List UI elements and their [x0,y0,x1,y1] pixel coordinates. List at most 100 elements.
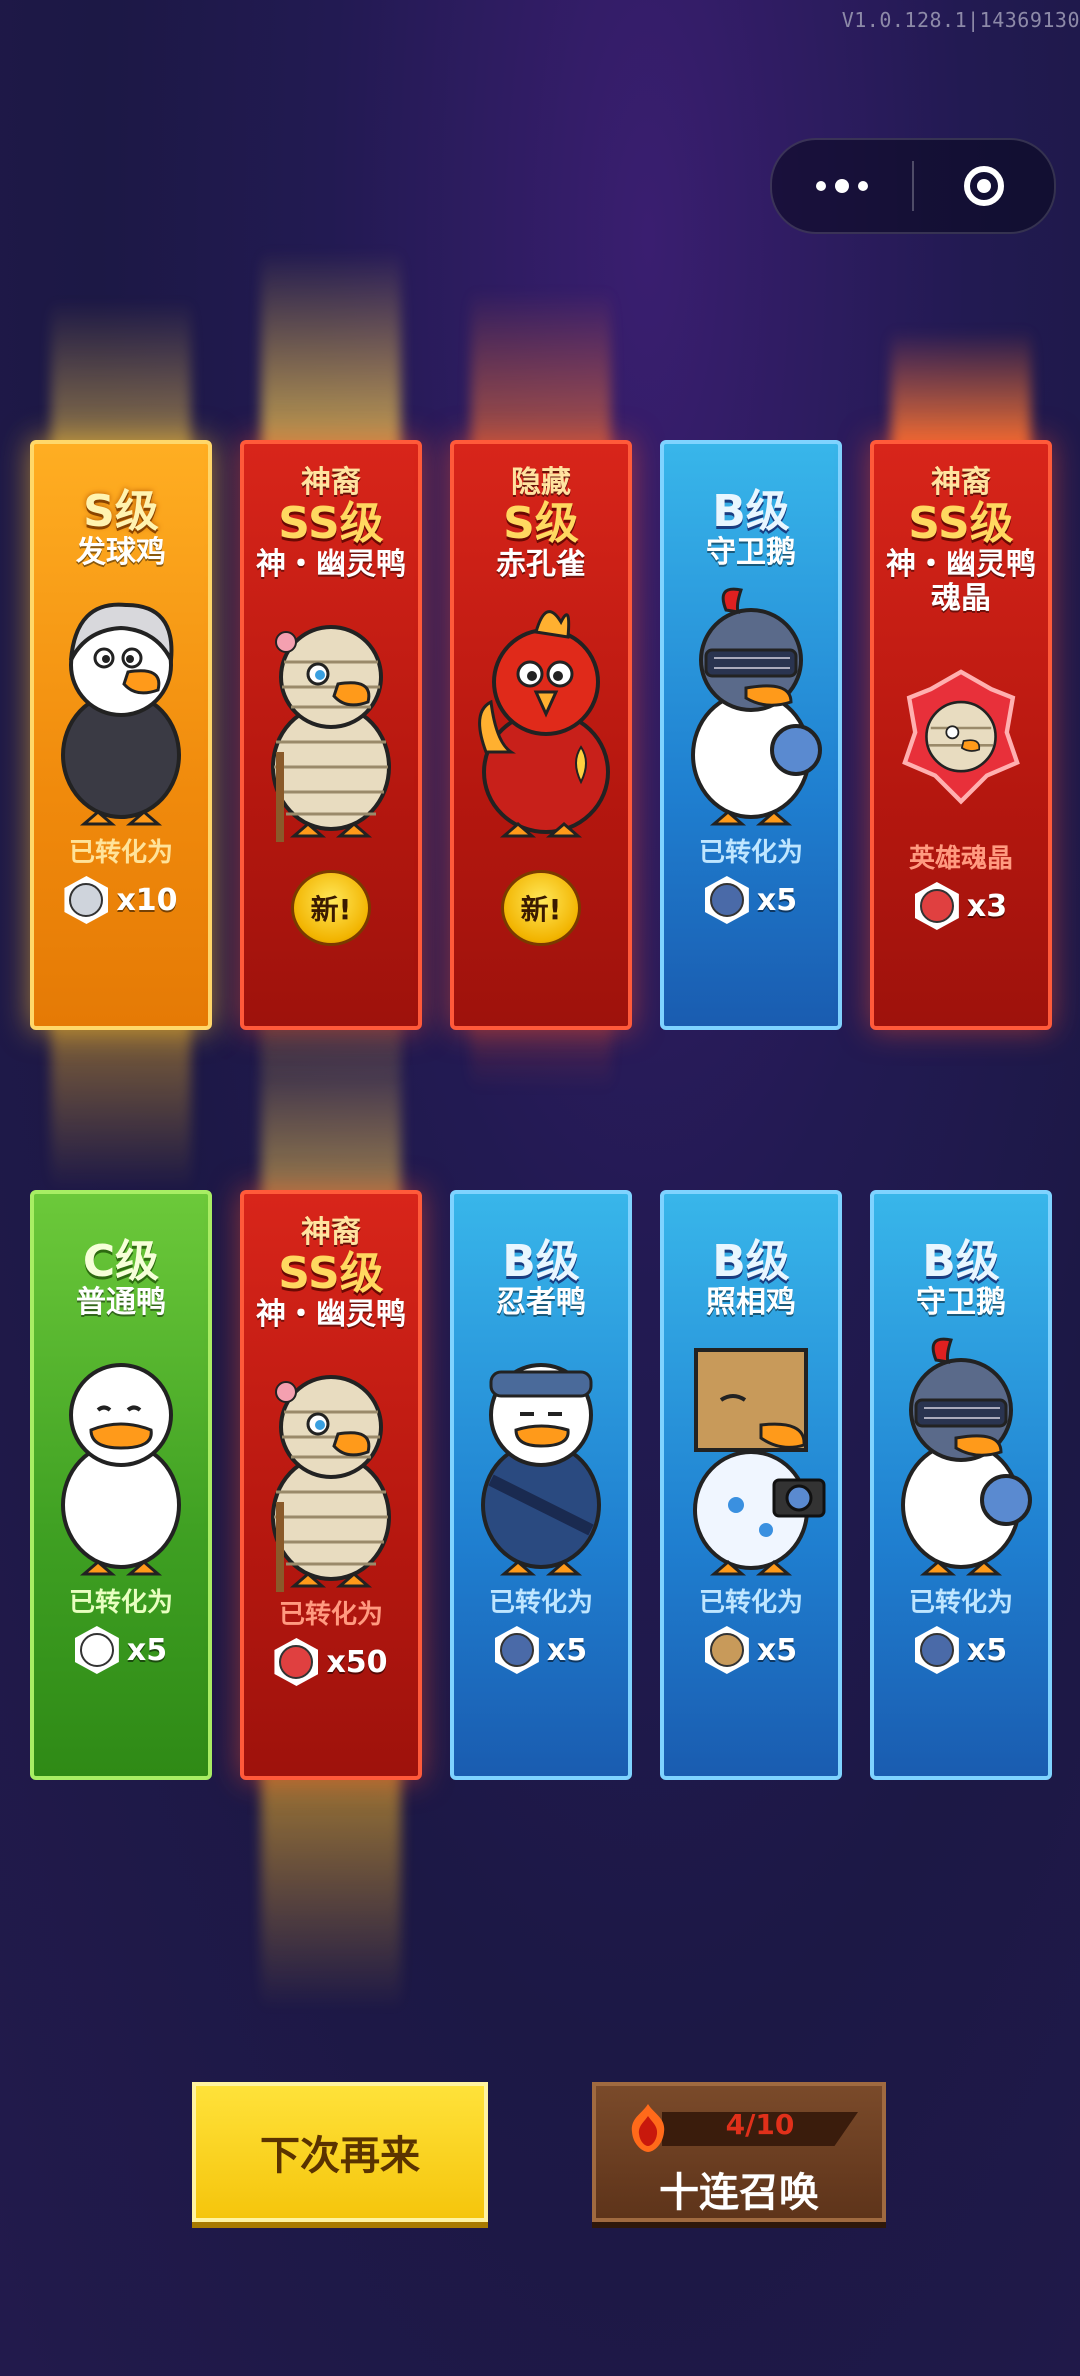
convert-label: 已转化为 [68,838,173,868]
convert-quantity: x5 [126,1632,168,1668]
hero-shard-icon [914,882,959,930]
card-top-spacer [874,1216,1048,1238]
card-name: 神・幽灵鸭 [244,548,418,582]
mummy-duck-portrait [246,1342,416,1592]
hero-shard-icon [74,1626,119,1674]
hero-shard-icon [914,1626,959,1674]
card-name: 发球鸡 [34,536,208,570]
card-top-spacer [664,444,838,466]
hero-card[interactable]: 隐藏 S级 赤孔雀新! [450,440,632,1030]
card-name-line: 神・幽灵鸭 [256,1297,406,1332]
card-top-spacer [34,1194,208,1216]
card-top-spacer [664,1194,838,1216]
convert-quantity: x5 [966,1632,1008,1668]
hero-shard-icon [494,1626,539,1674]
hero-card[interactable]: 神裔 SS级 神・幽灵鸭 魂晶英雄魂晶 x3 [870,440,1052,1030]
hero-card[interactable]: 神裔 SS级 神・幽灵鸭已转化为 x50 [240,1190,422,1780]
card-grade: C级 [82,1236,160,1287]
hero-card[interactable]: B级 忍者鸭已转化为 x5 [450,1190,632,1780]
camera-chicken-portrait [666,1330,836,1580]
card-top-spacer [34,1216,208,1238]
card-name: 守卫鹅 [664,536,838,570]
card-name: 赤孔雀 [454,548,628,582]
card-grade: B级 [502,1236,580,1287]
hero-card[interactable]: 神裔 SS级 神・幽灵鸭新! [240,440,422,1030]
convert-quantity: x5 [546,1632,588,1668]
card-name: 普通鸭 [34,1286,208,1320]
card-name-line: 神・幽灵鸭 [886,547,1036,582]
next-time-button[interactable]: 下次再来 [192,2082,488,2222]
convert-label: 已转化为 [908,1588,1013,1618]
card-grade: B级 [712,486,790,537]
new-badge: 新! [291,870,371,946]
convert-quantity: x5 [756,882,798,918]
hero-shard-icon [704,1626,749,1674]
red-peacock-portrait [456,592,626,842]
card-grade: SS级 [278,1248,384,1299]
card-name-line: 守卫鹅 [916,1285,1006,1320]
convert-label: 已转化为 [488,1588,593,1618]
card-name-line: 发球鸡 [76,535,166,570]
hero-card[interactable]: S级 发球鸡已转化为 x10 [30,440,212,1030]
card-tag: 隐藏 [511,465,571,500]
card-grade: SS级 [908,498,1014,549]
convert-quantity: x10 [116,882,178,918]
card-tag: 神裔 [301,465,361,500]
convert-label: 英雄魂晶 [908,844,1013,874]
hero-card[interactable]: B级 守卫鹅已转化为 x5 [660,440,842,1030]
card-name: 忍者鸭 [454,1286,628,1320]
convert-quantity: x3 [966,888,1008,924]
card-top-spacer [664,466,838,488]
card-top-spacer [34,444,208,466]
mummy-duck-portrait [246,592,416,842]
hero-card[interactable]: B级 照相鸡已转化为 x5 [660,1190,842,1780]
card-top-spacer [34,466,208,488]
card-name-line: 魂晶 [931,581,991,616]
knight-goose-portrait [876,1330,1046,1580]
card-name: 照相鸡 [664,1286,838,1320]
card-name-line: 普通鸭 [76,1285,166,1320]
card-grade: SS级 [278,498,384,549]
card-top-spacer [874,1194,1048,1216]
more-dots-icon[interactable] [772,140,912,232]
new-badge: 新! [501,870,581,946]
soul-crystal-portrait [876,620,1046,836]
hero-card[interactable]: B级 守卫鹅已转化为 x5 [870,1190,1052,1780]
white-haired-chicken-portrait [36,580,206,830]
card-tag: 神裔 [931,465,991,500]
ninja-duck-portrait [456,1330,626,1580]
card-name: 神・幽灵鸭 魂晶 [874,548,1048,616]
card-top-spacer [454,1194,628,1216]
hero-shard-icon [64,876,109,924]
next-time-label: 下次再来 [260,2133,420,2179]
convert-label: 已转化为 [278,1600,383,1630]
hero-shard-icon [704,876,749,924]
convert-quantity: x50 [326,1644,388,1680]
hero-card[interactable]: C级 普通鸭已转化为 x5 [30,1190,212,1780]
ten-summon-button[interactable]: 4/10 十连召唤 [592,2082,886,2222]
knight-goose-portrait [666,580,836,830]
target-circle-icon[interactable] [914,140,1054,232]
version-label: V1.0.128.1|14369130 [841,8,1080,32]
convert-quantity: x5 [756,1632,798,1668]
card-grade: S级 [83,486,159,537]
card-tag: 神裔 [301,1215,361,1250]
card-name-line: 神・幽灵鸭 [256,547,406,582]
hero-shard-icon [274,1638,319,1686]
card-grade: S级 [503,498,579,549]
ten-summon-label: 十连召唤 [659,2170,819,2216]
convert-label: 已转化为 [68,1588,173,1618]
card-top-spacer [664,1216,838,1238]
convert-label: 已转化为 [698,838,803,868]
plain-duck-portrait [36,1330,206,1580]
card-top-spacer [454,1216,628,1238]
card-name-line: 赤孔雀 [496,547,586,582]
card-grade: B级 [922,1236,1000,1287]
mini-program-capsule [770,138,1056,234]
card-name: 守卫鹅 [874,1286,1048,1320]
ten-count-text: 4/10 [725,2108,795,2141]
convert-label: 已转化为 [698,1588,803,1618]
card-grade: B级 [712,1236,790,1287]
card-name: 神・幽灵鸭 [244,1298,418,1332]
card-name-line: 忍者鸭 [496,1285,586,1320]
